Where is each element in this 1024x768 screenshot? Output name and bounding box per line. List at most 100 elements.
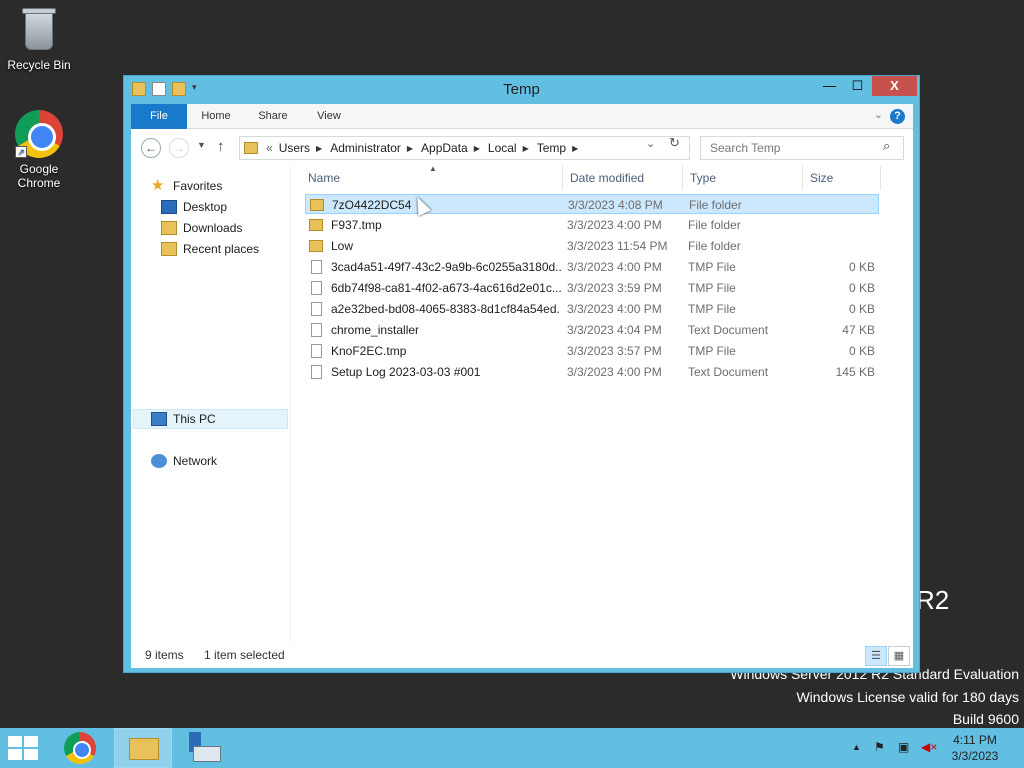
file-row[interactable]: Setup Log 2023-03-03 #001 3/3/2023 4:00 P…: [305, 362, 879, 382]
file-name-cell: 3cad4a51-49f7-43c2-9a9b-6c0255a3180d....: [309, 257, 561, 277]
chevron-right-icon[interactable]: ▶: [316, 144, 322, 153]
column-header-name[interactable]: Name ▲: [301, 164, 563, 190]
downloads-icon: [161, 221, 177, 235]
file-size: 145 KB: [835, 365, 875, 379]
nav-recent-label: Recent places: [183, 242, 260, 256]
nav-this-pc[interactable]: This PC: [151, 409, 216, 429]
file-row[interactable]: 6db74f98-ca81-4f02-a673-4ac616d2e01c....…: [305, 278, 879, 298]
explorer-window[interactable]: ▾ Temp — ☐ X File Home Share View ⌄ ? ← …: [123, 75, 920, 673]
volume-muted-icon[interactable]: ◀×: [921, 740, 937, 754]
clock[interactable]: 4:11 PM 3/3/2023: [945, 732, 1005, 764]
column-header-size[interactable]: Size: [803, 166, 881, 190]
chevron-right-icon[interactable]: ▶: [474, 144, 480, 153]
shortcut-arrow-icon: ↗: [15, 146, 27, 158]
file-name-cell: 6db74f98-ca81-4f02-a673-4ac616d2e01c....: [309, 278, 561, 298]
file-row[interactable]: KnoF2EC.tmp 3/3/2023 3:57 PM TMP File 0 KB: [305, 341, 879, 361]
search-icon[interactable]: ⌕: [883, 138, 890, 154]
folder-icon: [309, 240, 323, 252]
column-header-date[interactable]: Date modified: [563, 166, 683, 190]
network-icon: [151, 454, 167, 468]
file-icon: [311, 260, 322, 274]
file-date: 3/3/2023 11:54 PM: [567, 239, 668, 253]
star-icon: ★: [151, 177, 165, 194]
file-row[interactable]: a2e32bed-bd08-4065-8383-8d1cf84a54ed....…: [305, 299, 879, 319]
recent-locations-dropdown[interactable]: ▼: [197, 140, 206, 150]
nav-network-label: Network: [173, 454, 218, 468]
nav-desktop[interactable]: Desktop: [161, 197, 227, 217]
tab-file[interactable]: File: [131, 104, 187, 129]
start-button[interactable]: [8, 736, 38, 760]
search-input[interactable]: Search Temp: [700, 136, 904, 160]
nav-recent-places[interactable]: Recent places: [161, 239, 259, 259]
file-size: 0 KB: [848, 281, 875, 295]
file-date: 3/3/2023 4:08 PM: [568, 198, 663, 212]
file-row[interactable]: chrome_installer 3/3/2023 4:04 PM Text Doc…: [305, 320, 879, 340]
refresh-icon[interactable]: ↻: [669, 135, 680, 151]
taskbar: ▲ ⚑ ▣ ◀× 4:11 PM 3/3/2023: [0, 728, 1024, 768]
file-size: 0 KB: [848, 302, 875, 316]
breadcrumb-overflow[interactable]: «: [266, 141, 273, 155]
file-date: 3/3/2023 3:57 PM: [567, 344, 662, 358]
large-icons-view-button[interactable]: ▦: [888, 646, 910, 666]
taskbar-file-explorer[interactable]: [114, 728, 172, 768]
navigation-bar: ← → ▼ ↑ « Users ▶ Administrator ▶ AppData ▶…: [131, 130, 913, 164]
forward-button[interactable]: →: [169, 138, 189, 158]
close-button[interactable]: X: [872, 76, 917, 96]
file-size: 0 KB: [848, 260, 875, 274]
folder-icon: [310, 199, 324, 211]
up-button[interactable]: ↑: [217, 138, 225, 155]
file-name: KnoF2EC.tmp: [331, 344, 407, 358]
details-view-button[interactable]: ☰: [865, 646, 887, 666]
file-name-cell: F937.tmp: [309, 215, 561, 235]
tab-home[interactable]: Home: [195, 104, 237, 129]
taskbar-server-manager[interactable]: [185, 732, 221, 764]
taskbar-chrome-icon[interactable]: [64, 732, 96, 764]
chevron-right-icon[interactable]: ▶: [407, 144, 413, 153]
breadcrumb-users[interactable]: Users: [279, 141, 310, 155]
file-type: File folder: [688, 239, 741, 253]
chevron-right-icon[interactable]: ▶: [572, 144, 578, 153]
chrome-desktop-shortcut[interactable]: ↗ Google Chrome: [1, 110, 77, 190]
minimize-button[interactable]: —: [816, 76, 843, 96]
expand-ribbon-icon[interactable]: ⌄: [874, 108, 883, 121]
file-name-cell: KnoF2EC.tmp: [309, 341, 561, 361]
file-type: File folder: [688, 218, 741, 232]
recent-places-icon: [161, 242, 177, 256]
breadcrumb-appdata[interactable]: AppData: [421, 141, 468, 155]
address-bar[interactable]: « Users ▶ Administrator ▶ AppData ▶ Local ▶ …: [239, 136, 690, 160]
tab-share[interactable]: Share: [251, 104, 295, 129]
nav-favorites[interactable]: ★ Favorites: [151, 176, 222, 196]
show-hidden-icons[interactable]: ▲: [852, 742, 861, 752]
nav-downloads[interactable]: Downloads: [161, 218, 242, 238]
file-list[interactable]: Name ▲ Date modified Type Size 7zO4422DC5…: [301, 164, 911, 642]
recycle-bin-shortcut[interactable]: Recycle Bin: [1, 6, 77, 72]
watermark-license: Windows License valid for 180 days: [796, 689, 1019, 705]
breadcrumb-local[interactable]: Local: [488, 141, 517, 155]
address-history-dropdown[interactable]: ⌄: [646, 137, 655, 150]
back-button[interactable]: ←: [141, 138, 161, 158]
tab-view[interactable]: View: [309, 104, 349, 129]
maximize-button[interactable]: ☐: [844, 76, 871, 96]
nav-desktop-label: Desktop: [183, 200, 228, 214]
file-date: 3/3/2023 4:00 PM: [567, 302, 662, 316]
breadcrumb-temp[interactable]: Temp: [537, 141, 566, 155]
action-center-flag-icon[interactable]: ⚑: [874, 740, 885, 754]
chevron-right-icon[interactable]: ▶: [523, 144, 529, 153]
file-row[interactable]: 3cad4a51-49f7-43c2-9a9b-6c0255a3180d....…: [305, 257, 879, 277]
column-header-type[interactable]: Type: [683, 166, 803, 190]
network-tray-icon[interactable]: ▣: [898, 740, 909, 754]
file-row[interactable]: 7zO4422DC54 3/3/2023 4:08 PM File folder: [305, 194, 879, 214]
file-date: 3/3/2023 3:59 PM: [567, 281, 662, 295]
file-name-cell: 7zO4422DC54: [310, 195, 562, 215]
nav-this-pc-label: This PC: [173, 412, 216, 426]
file-row[interactable]: Low 3/3/2023 11:54 PM File folder: [305, 236, 879, 256]
file-explorer-icon: [129, 738, 159, 760]
chrome-label-line2: Chrome: [17, 176, 61, 190]
nav-network[interactable]: Network: [151, 451, 217, 471]
file-row[interactable]: F937.tmp 3/3/2023 4:00 PM File folder: [305, 215, 879, 235]
breadcrumb-administrator[interactable]: Administrator: [330, 141, 401, 155]
title-bar[interactable]: ▾ Temp — ☐ X: [124, 76, 919, 104]
file-name: chrome_installer: [331, 323, 420, 337]
help-icon[interactable]: ?: [890, 109, 905, 124]
file-type: TMP File: [688, 281, 736, 295]
